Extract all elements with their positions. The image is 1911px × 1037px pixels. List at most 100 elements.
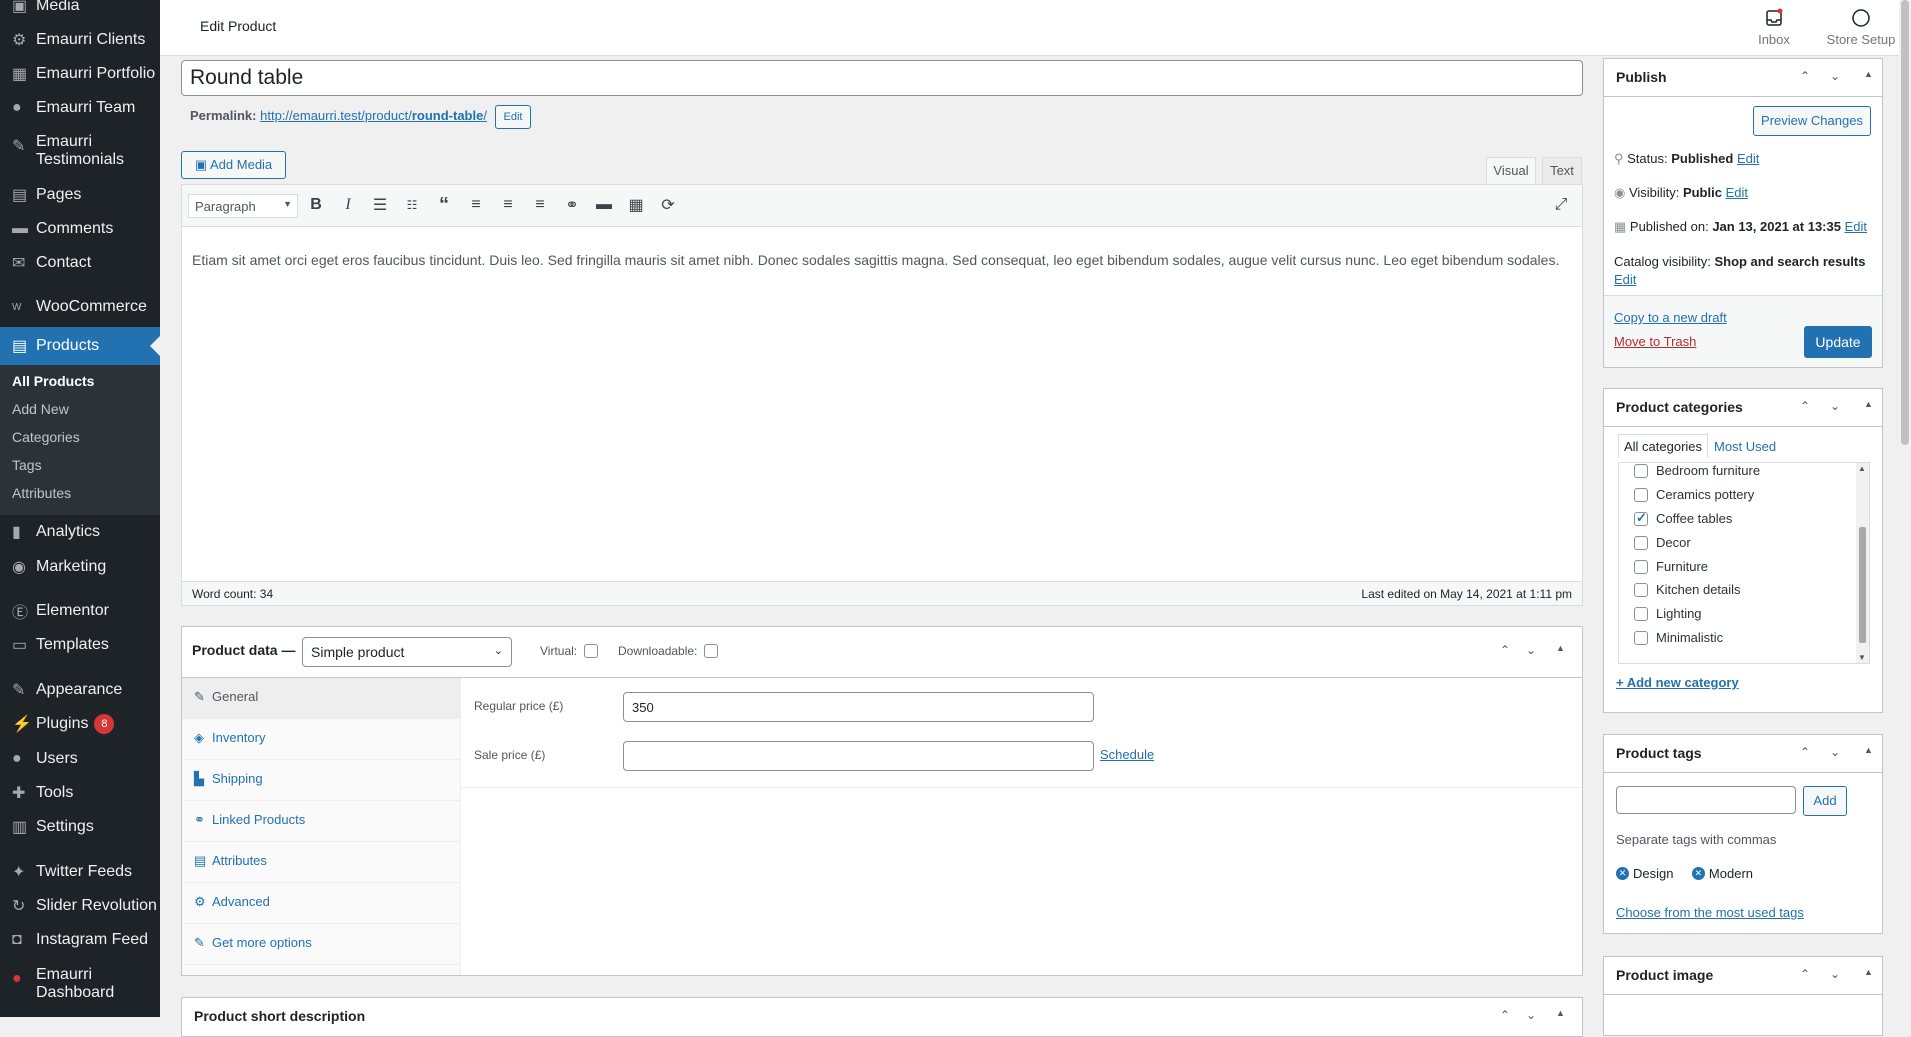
scroll-down-icon[interactable]: ▼: [1858, 653, 1866, 662]
insert-link-icon[interactable]: ⚭: [561, 194, 583, 216]
sidebar-item-woocommerce[interactable]: W WooCommerce: [0, 293, 160, 321]
move-down-icon[interactable]: ⌄: [1830, 399, 1840, 413]
sidebar-item-emaurri-dashboard[interactable]: ● Emaurri Dashboard: [0, 966, 160, 1010]
collapse-icon[interactable]: ▲: [1864, 967, 1873, 977]
categories-scrollbar[interactable]: ▲ ▼: [1856, 463, 1869, 663]
move-up-icon[interactable]: ⌃: [1500, 643, 1510, 657]
sidebar-item-emaurri-testimonials[interactable]: ✎ Emaurri Testimonials: [0, 133, 160, 177]
move-down-icon[interactable]: ⌄: [1526, 643, 1536, 657]
sidebar-item-emaurri-team[interactable]: ● Emaurri Team: [0, 94, 160, 122]
category-checkbox[interactable]: [1634, 582, 1648, 597]
editor-content[interactable]: Etiam sit amet orci eget eros faucibus t…: [182, 227, 1582, 581]
scrollbar-thumb[interactable]: [1859, 527, 1866, 643]
tab-inventory[interactable]: ◈ Inventory: [182, 719, 460, 760]
sidebar-item-twitter-feeds[interactable]: ✦ Twitter Feeds: [0, 858, 160, 886]
sidebar-item-templates[interactable]: ▭ Templates: [0, 631, 160, 659]
sidebar-item-instagram-feed[interactable]: ◘ Instagram Feed: [0, 926, 160, 954]
tag-input[interactable]: [1616, 786, 1796, 814]
submenu-attributes[interactable]: Attributes: [12, 485, 71, 501]
downloadable-checkbox[interactable]: [704, 644, 718, 658]
bold-icon[interactable]: B: [305, 194, 327, 216]
collapse-icon[interactable]: ▲: [1556, 643, 1565, 653]
sidebar-item-comments[interactable]: ▬ Comments: [0, 215, 160, 243]
tab-all-categories[interactable]: All categories: [1618, 434, 1709, 458]
collapse-icon[interactable]: ▲: [1864, 745, 1873, 755]
remove-tag-icon[interactable]: ✕: [1616, 867, 1629, 880]
submenu-categories[interactable]: Categories: [12, 429, 80, 445]
move-down-icon[interactable]: ⌄: [1830, 967, 1840, 981]
category-checkbox[interactable]: [1634, 463, 1648, 478]
sidebar-item-settings[interactable]: ▥ Settings: [0, 813, 160, 841]
tab-linked-products[interactable]: ⚭ Linked Products: [182, 801, 460, 842]
toolbar-toggle-icon[interactable]: ▦: [625, 194, 647, 216]
blockquote-icon[interactable]: “: [433, 194, 455, 216]
permalink-link[interactable]: http://emaurri.test/product/round-table/: [260, 108, 487, 123]
sidebar-item-pages[interactable]: ▤ Pages: [0, 181, 160, 209]
move-up-icon[interactable]: ⌃: [1500, 1008, 1510, 1022]
submenu-add-new[interactable]: Add New: [12, 401, 69, 417]
sidebar-item-plugins[interactable]: ⚡ Plugins 8: [0, 710, 160, 738]
move-down-icon[interactable]: ⌄: [1526, 1008, 1536, 1022]
visibility-edit-link[interactable]: Edit: [1726, 185, 1748, 200]
category-checkbox[interactable]: [1634, 630, 1648, 645]
format-select[interactable]: Paragraph ▼: [188, 194, 298, 218]
align-right-icon[interactable]: ≡: [529, 194, 551, 216]
sidebar-item-slider-revolution[interactable]: ↻ Slider Revolution: [0, 892, 160, 920]
sidebar-item-products[interactable]: ▤ Products: [0, 327, 160, 365]
sidebar-item-media[interactable]: ▣ Media: [0, 0, 160, 20]
category-checkbox[interactable]: [1634, 559, 1648, 574]
add-new-category-link[interactable]: + Add new category: [1616, 675, 1739, 690]
sidebar-item-users[interactable]: ● Users: [0, 745, 160, 773]
collapse-icon[interactable]: ▲: [1864, 69, 1873, 79]
bulleted-list-icon[interactable]: ☰: [369, 194, 391, 216]
move-up-icon[interactable]: ⌃: [1800, 69, 1810, 83]
sale-price-input[interactable]: [623, 741, 1094, 771]
product-type-select[interactable]: Simple product ⌄: [302, 637, 512, 667]
italic-icon[interactable]: I: [337, 194, 359, 216]
submenu-tags[interactable]: Tags: [12, 457, 42, 473]
read-more-icon[interactable]: ▬: [593, 194, 615, 216]
sidebar-item-emaurri-clients[interactable]: ⚙ Emaurri Clients: [0, 26, 160, 54]
tab-most-used[interactable]: Most Used: [1714, 439, 1776, 454]
align-left-icon[interactable]: ≡: [465, 194, 487, 216]
sidebar-item-appearance[interactable]: ✎ Appearance: [0, 676, 160, 704]
align-center-icon[interactable]: ≡: [497, 194, 519, 216]
update-button[interactable]: Update: [1804, 326, 1872, 358]
sidebar-item-tools[interactable]: ✚ Tools: [0, 779, 160, 807]
page-scrollbar[interactable]: [1899, 0, 1911, 1017]
tab-general[interactable]: ✎ General: [182, 678, 460, 719]
category-checkbox[interactable]: [1634, 535, 1648, 550]
published-on-edit-link[interactable]: Edit: [1845, 219, 1867, 234]
submenu-all-products[interactable]: All Products: [12, 373, 94, 389]
preview-changes-button[interactable]: Preview Changes: [1753, 106, 1871, 136]
sidebar-item-emaurri-portfolio[interactable]: ▦ Emaurri Portfolio: [0, 60, 160, 88]
move-to-trash-link[interactable]: Move to Trash: [1614, 334, 1696, 349]
fullscreen-icon[interactable]: ⤢: [1550, 194, 1572, 216]
sidebar-item-contact[interactable]: ✉ Contact: [0, 249, 160, 277]
category-checkbox[interactable]: [1634, 487, 1648, 502]
copy-to-draft-link[interactable]: Copy to a new draft: [1614, 310, 1727, 325]
choose-most-used-tags-link[interactable]: Choose from the most used tags: [1616, 905, 1804, 920]
refresh-icon[interactable]: ⟳: [657, 194, 679, 216]
regular-price-input[interactable]: 350: [623, 692, 1094, 722]
category-checkbox[interactable]: [1634, 510, 1648, 526]
tab-text[interactable]: Text: [1542, 157, 1582, 185]
remove-tag-icon[interactable]: ✕: [1691, 867, 1705, 880]
add-tag-button[interactable]: Add: [1803, 786, 1847, 816]
numbered-list-icon[interactable]: ☷: [401, 194, 423, 216]
tab-get-more-options[interactable]: ✎ Get more options: [182, 924, 460, 965]
move-down-icon[interactable]: ⌄: [1830, 745, 1840, 759]
sidebar-item-marketing[interactable]: ◉ Marketing: [0, 553, 160, 581]
virtual-checkbox[interactable]: [584, 644, 598, 658]
permalink-edit-button[interactable]: Edit: [495, 105, 531, 129]
tab-attributes[interactable]: ▤ Attributes: [182, 842, 460, 883]
inbox-button[interactable]: Inbox: [1752, 8, 1796, 47]
sidebar-item-elementor[interactable]: Ⓔ Elementor: [0, 597, 160, 625]
page-scrollbar-thumb[interactable]: [1901, 0, 1909, 445]
store-setup-button[interactable]: Store Setup: [1824, 8, 1898, 47]
move-up-icon[interactable]: ⌃: [1800, 745, 1810, 759]
collapse-icon[interactable]: ▲: [1864, 399, 1873, 409]
catalog-visibility-edit-link[interactable]: Edit: [1614, 272, 1636, 287]
move-down-icon[interactable]: ⌄: [1830, 69, 1840, 83]
status-edit-link[interactable]: Edit: [1737, 151, 1759, 166]
